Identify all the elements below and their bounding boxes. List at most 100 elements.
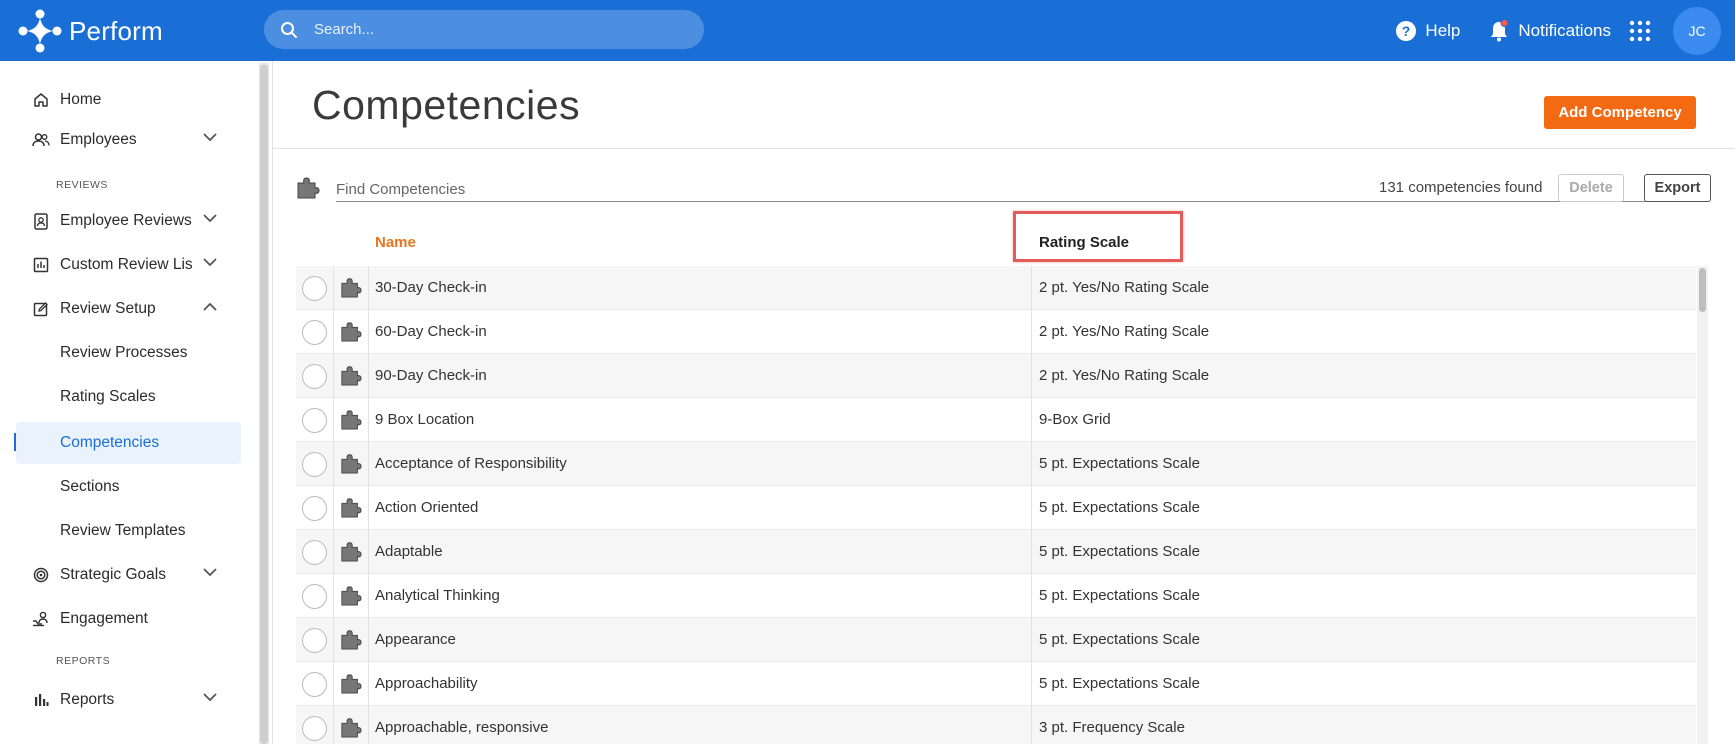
- puzzle-icon: [341, 322, 362, 342]
- main-divider: [272, 61, 273, 744]
- sidebar-item-home[interactable]: Home: [16, 79, 241, 121]
- sidebar-item-label: Strategic Goals: [60, 566, 166, 583]
- target-icon: [33, 567, 49, 583]
- engagement-icon: [33, 611, 48, 627]
- rating-scale-value: 5 pt. Expectations Scale: [1039, 543, 1200, 560]
- chevron-down-icon: [203, 133, 217, 142]
- bell-icon: [1491, 18, 1509, 41]
- app-name: Perform: [69, 15, 163, 46]
- competency-name[interactable]: Approachable, responsive: [375, 719, 548, 736]
- row-select-radio[interactable]: [302, 408, 327, 433]
- table-row[interactable]: Action Oriented 5 pt. Expectations Scale: [296, 486, 1696, 530]
- rating-scale-value: 5 pt. Expectations Scale: [1039, 675, 1200, 692]
- row-select-radio[interactable]: [302, 496, 327, 521]
- sidebar-item-competencies[interactable]: Competencies: [16, 422, 241, 464]
- results-count: 131 competencies found: [1379, 179, 1543, 196]
- row-select-radio[interactable]: [302, 320, 327, 345]
- table-row[interactable]: Analytical Thinking 5 pt. Expectations S…: [296, 574, 1696, 618]
- competency-name[interactable]: Acceptance of Responsibility: [375, 455, 567, 472]
- puzzle-icon: [341, 278, 362, 298]
- chevron-down-icon: [203, 214, 217, 223]
- table-row[interactable]: 60-Day Check-in 2 pt. Yes/No Rating Scal…: [296, 310, 1696, 354]
- table-row[interactable]: 9 Box Location 9-Box Grid: [296, 398, 1696, 442]
- competency-name[interactable]: Adaptable: [375, 543, 443, 560]
- column-header-name[interactable]: Name: [375, 234, 416, 251]
- row-select-radio[interactable]: [302, 364, 327, 389]
- user-avatar[interactable]: JC: [1673, 6, 1721, 55]
- help-link[interactable]: ? Help: [1395, 20, 1460, 42]
- header-divider: [272, 148, 1735, 149]
- global-search[interactable]: Search...: [264, 10, 704, 49]
- puzzle-icon: [341, 410, 362, 430]
- sidebar-item-employee-reviews[interactable]: Employee Reviews: [16, 200, 241, 242]
- table-row[interactable]: Approachable, responsive 3 pt. Frequency…: [296, 706, 1696, 744]
- page-title: Competencies: [312, 82, 581, 128]
- sidebar-item-custom-review-lists[interactable]: Custom Review Lis: [16, 244, 241, 286]
- sidebar-item-reports[interactable]: Reports: [16, 679, 241, 721]
- apps-grid-icon[interactable]: [1629, 20, 1651, 42]
- chevron-down-icon: [203, 258, 217, 267]
- sidebar-item-strategic-goals[interactable]: Strategic Goals: [16, 554, 241, 596]
- puzzle-icon: [341, 542, 362, 562]
- table-scrollbar[interactable]: [1697, 266, 1708, 744]
- sidebar-item-label: Employee Reviews: [60, 212, 192, 229]
- bar-chart-icon: [35, 694, 49, 706]
- rating-scale-value: 5 pt. Expectations Scale: [1039, 499, 1200, 516]
- row-select-radio[interactable]: [302, 276, 327, 301]
- home-icon: [34, 93, 48, 107]
- puzzle-icon: [297, 177, 320, 199]
- sidebar-scrollbar-thumb[interactable]: [260, 65, 268, 744]
- row-select-radio[interactable]: [302, 584, 327, 609]
- sidebar-item-label: Custom Review Lis: [60, 256, 193, 273]
- sidebar-item-review-templates[interactable]: Review Templates: [16, 510, 241, 552]
- competency-name[interactable]: Appearance: [375, 631, 456, 648]
- puzzle-icon: [341, 674, 362, 694]
- rating-scale-value: 2 pt. Yes/No Rating Scale: [1039, 323, 1210, 340]
- add-competency-button[interactable]: Add Competency: [1544, 96, 1696, 129]
- competency-name[interactable]: 90-Day Check-in: [375, 367, 487, 384]
- delete-button[interactable]: Delete: [1558, 174, 1624, 202]
- chart-list-icon: [33, 257, 49, 273]
- sidebar-item-engagement[interactable]: Engagement: [16, 598, 241, 640]
- row-select-radio[interactable]: [302, 452, 327, 477]
- export-button[interactable]: Export: [1644, 174, 1711, 202]
- app-logo[interactable]: Perform: [17, 8, 163, 54]
- row-select-radio[interactable]: [302, 540, 327, 565]
- table-row[interactable]: 90-Day Check-in 2 pt. Yes/No Rating Scal…: [296, 354, 1696, 398]
- competency-name[interactable]: 60-Day Check-in: [375, 323, 487, 340]
- table-row[interactable]: Appearance 5 pt. Expectations Scale: [296, 618, 1696, 662]
- sidebar-item-label: Engagement: [60, 610, 148, 627]
- rating-scale-value: 9-Box Grid: [1039, 411, 1111, 428]
- row-select-radio[interactable]: [302, 628, 327, 653]
- sidebar-item-employees[interactable]: Employees: [16, 119, 241, 161]
- chevron-down-icon: [203, 568, 217, 577]
- competency-name[interactable]: Approachability: [375, 675, 478, 692]
- table-row[interactable]: Acceptance of Responsibility 5 pt. Expec…: [296, 442, 1696, 486]
- competency-name[interactable]: 30-Day Check-in: [375, 279, 487, 296]
- table-row[interactable]: Adaptable 5 pt. Expectations Scale: [296, 530, 1696, 574]
- sidebar-section-reviews: REVIEWS: [56, 179, 108, 191]
- sidebar: Home Employees REVIEWS Employee Reviews …: [0, 61, 258, 744]
- competencies-table: 30-Day Check-in 2 pt. Yes/No Rating Scal…: [296, 266, 1696, 744]
- competency-name[interactable]: Action Oriented: [375, 499, 478, 516]
- rating-scale-value: 5 pt. Expectations Scale: [1039, 631, 1200, 648]
- competency-name[interactable]: 9 Box Location: [375, 411, 474, 428]
- sidebar-item-rating-scales[interactable]: Rating Scales: [16, 376, 241, 418]
- sidebar-scrollbar[interactable]: [259, 63, 269, 744]
- table-row[interactable]: 30-Day Check-in 2 pt. Yes/No Rating Scal…: [296, 266, 1696, 310]
- rating-scale-value: 2 pt. Yes/No Rating Scale: [1039, 367, 1210, 384]
- table-row[interactable]: Approachability 5 pt. Expectations Scale: [296, 662, 1696, 706]
- rating-scale-value: 5 pt. Expectations Scale: [1039, 587, 1200, 604]
- puzzle-icon: [341, 366, 362, 386]
- chevron-down-icon: [203, 693, 217, 702]
- sidebar-item-review-processes[interactable]: Review Processes: [16, 332, 241, 374]
- notifications-link[interactable]: Notifications: [1488, 18, 1611, 43]
- competency-name[interactable]: Analytical Thinking: [375, 587, 500, 604]
- puzzle-icon: [341, 586, 362, 606]
- row-select-radio[interactable]: [302, 672, 327, 697]
- sidebar-item-sections[interactable]: Sections: [16, 466, 241, 508]
- rating-scale-value: 2 pt. Yes/No Rating Scale: [1039, 279, 1210, 296]
- row-select-radio[interactable]: [302, 716, 327, 741]
- sidebar-item-review-setup[interactable]: Review Setup: [16, 288, 241, 330]
- table-scrollbar-thumb[interactable]: [1699, 268, 1706, 312]
